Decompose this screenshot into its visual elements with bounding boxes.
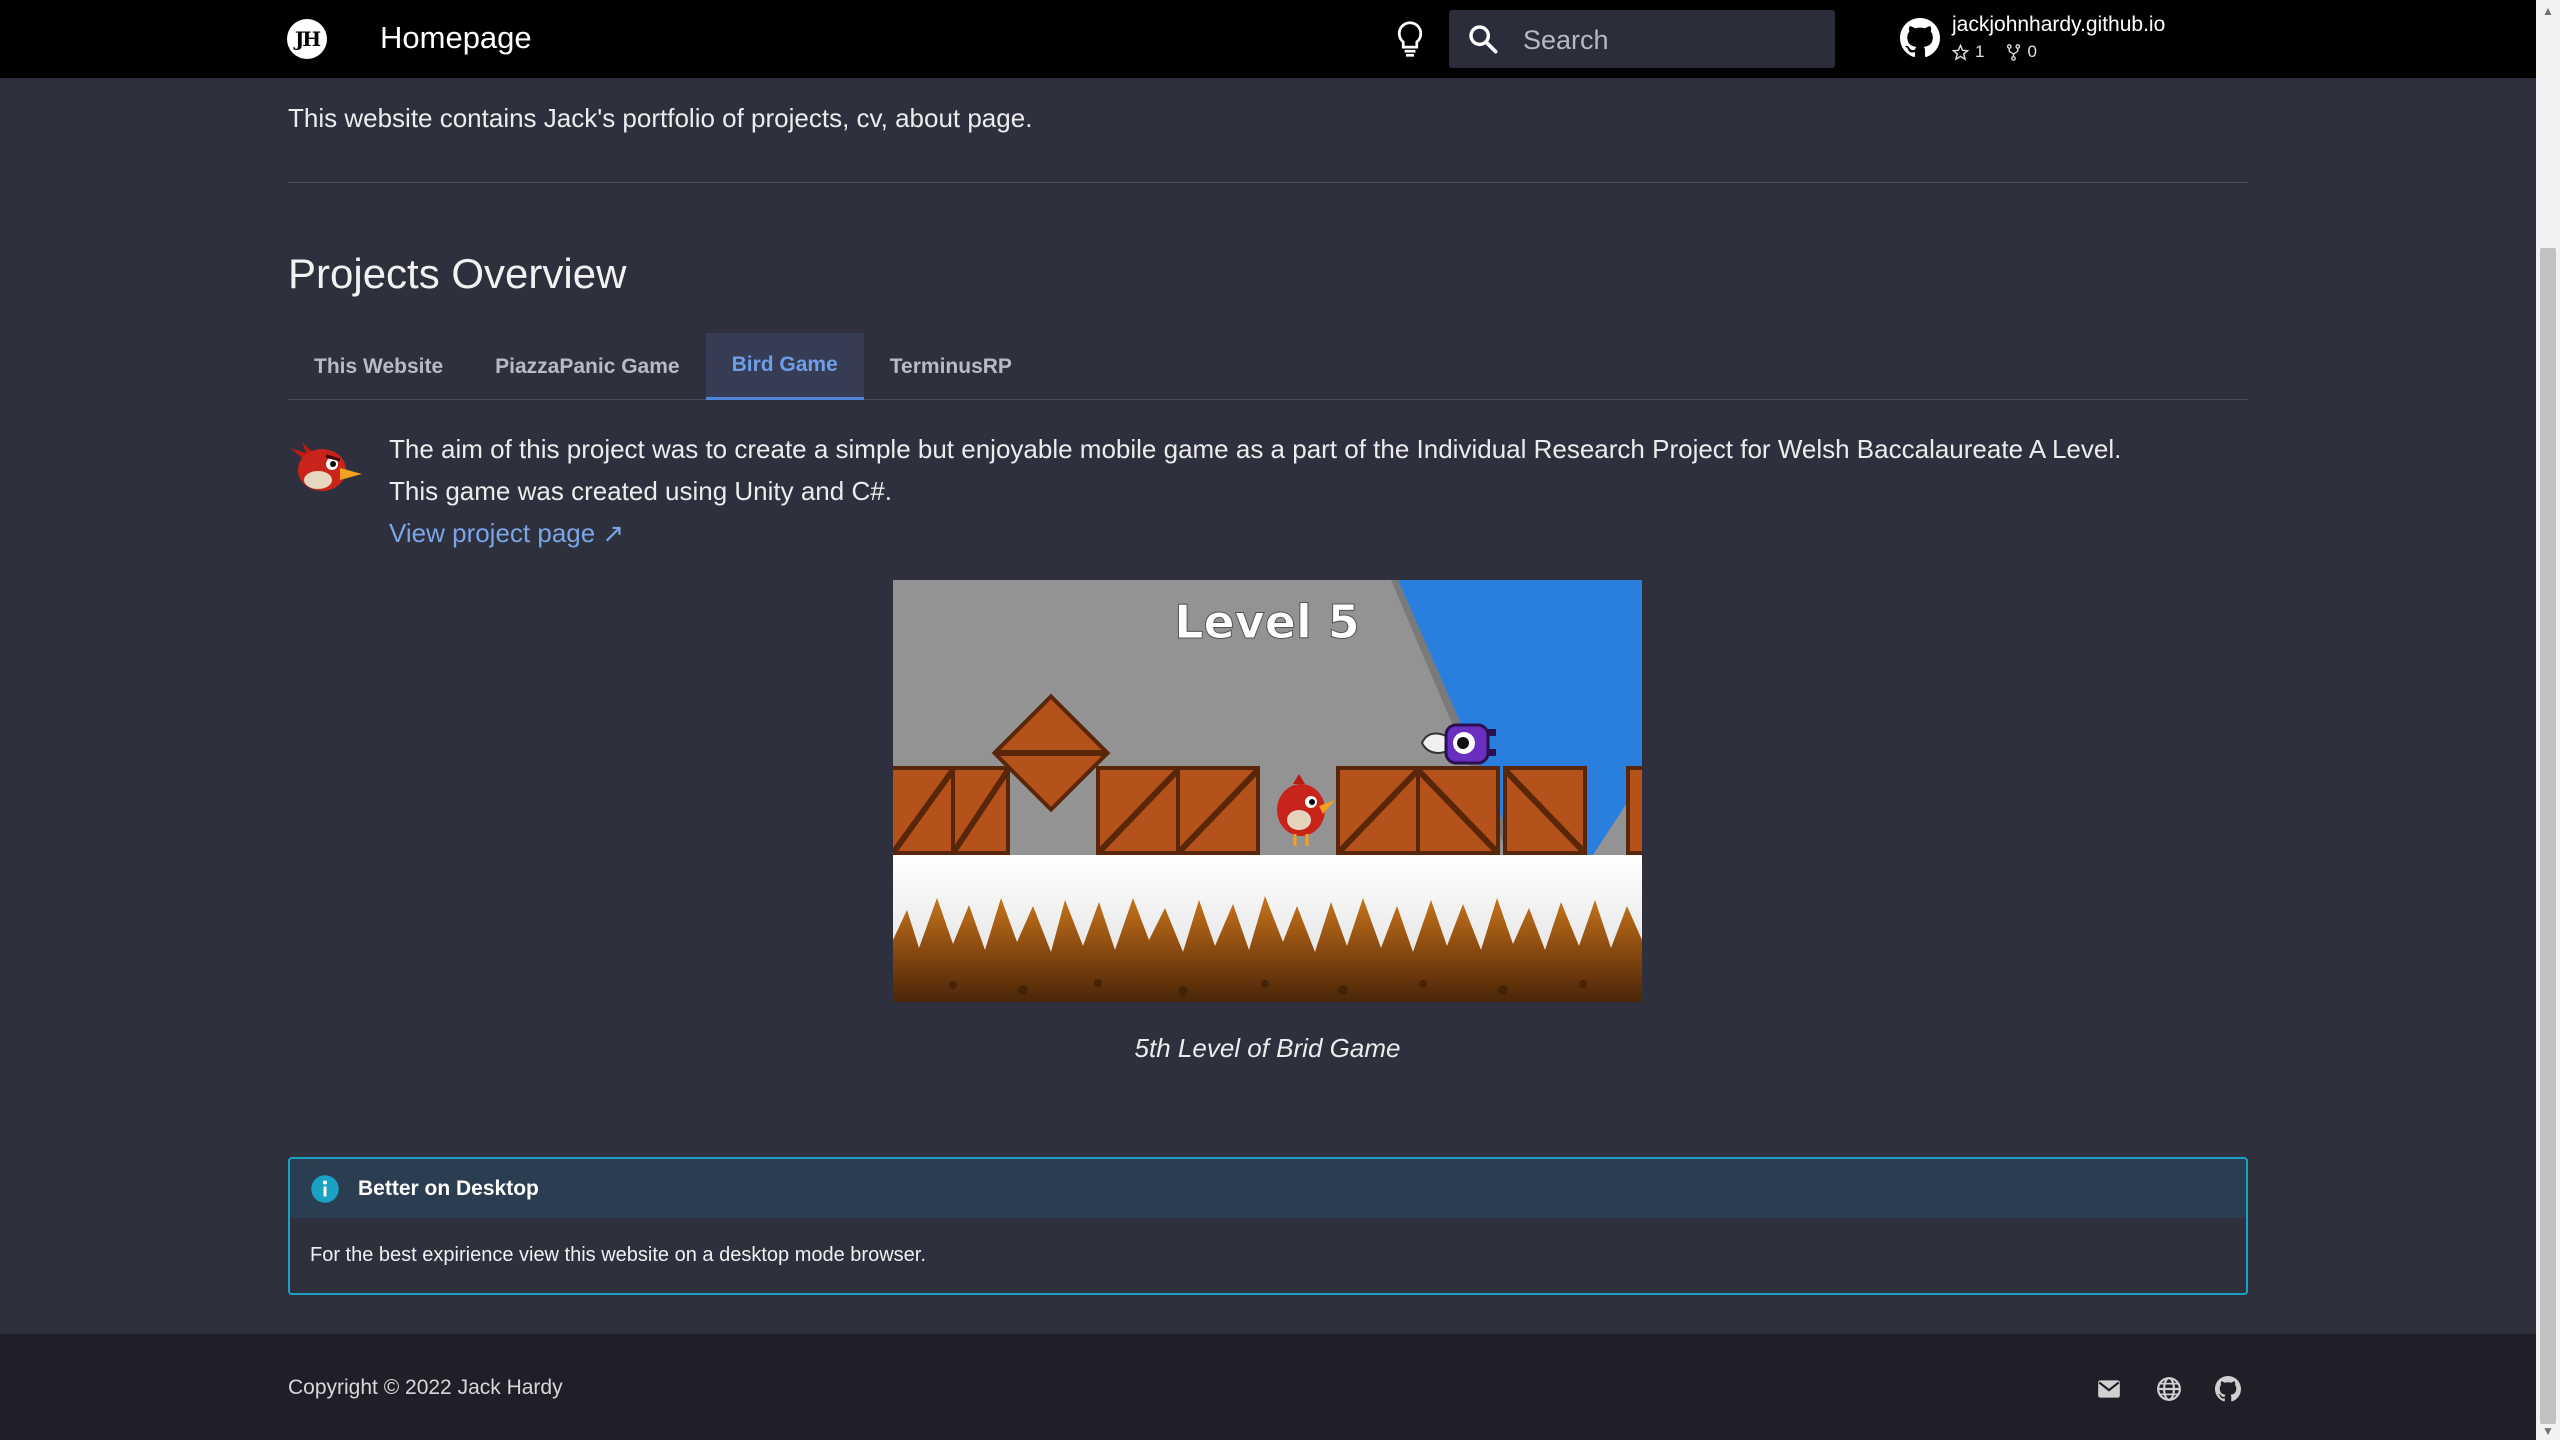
section-title: Projects Overview bbox=[288, 250, 627, 297]
vertical-scrollbar[interactable]: ▲ ▼ bbox=[2536, 0, 2560, 1440]
star-icon bbox=[1952, 43, 1969, 61]
red-bird-icon bbox=[290, 442, 362, 491]
horizontal-divider bbox=[288, 182, 2248, 183]
fork-icon bbox=[2007, 43, 2021, 61]
admonition-body: For the best expirience view this websit… bbox=[310, 1244, 926, 1266]
tab-this-website[interactable]: This Website bbox=[288, 333, 469, 400]
repository-stats[interactable]: 1 0 bbox=[1952, 42, 2037, 62]
github-icon[interactable] bbox=[1900, 18, 1940, 58]
description-line-2: This game was created using Unity and C#… bbox=[389, 476, 892, 506]
admonition-header: Better on Desktop bbox=[290, 1159, 2246, 1218]
intro-text: This website contains Jack's portfolio o… bbox=[288, 103, 1033, 133]
project-tabs: This Website PiazzaPanic Game Bird Game … bbox=[288, 333, 2248, 400]
top-navigation-bar: JH Homepage Search jackjohnhardy.github.… bbox=[0, 0, 2536, 78]
figure-caption: 5th Level of Brid Game bbox=[1134, 1033, 1401, 1063]
repository-name[interactable]: jackjohnhardy.github.io bbox=[1952, 13, 2165, 37]
view-project-link[interactable]: View project page ↗ bbox=[389, 512, 624, 554]
site-title[interactable]: Homepage bbox=[380, 20, 532, 56]
search-icon bbox=[1469, 25, 1498, 54]
site-logo[interactable]: JH bbox=[287, 19, 327, 59]
copyright-text: Copyright © 2022 Jack Hardy bbox=[288, 1376, 563, 1399]
scroll-up-arrow-icon[interactable]: ▲ bbox=[2542, 4, 2554, 18]
search-placeholder: Search bbox=[1523, 25, 1609, 55]
github-icon[interactable] bbox=[2215, 1376, 2241, 1402]
search-input[interactable]: Search bbox=[1449, 10, 1835, 68]
lightbulb-icon[interactable] bbox=[1393, 20, 1427, 58]
info-icon bbox=[311, 1174, 339, 1203]
globe-icon[interactable] bbox=[2156, 1376, 2182, 1402]
mail-icon[interactable] bbox=[2096, 1376, 2122, 1402]
tab-bird-game[interactable]: Bird Game bbox=[705, 333, 864, 400]
scroll-down-arrow-icon[interactable]: ▼ bbox=[2542, 1424, 2554, 1438]
star-count: 1 bbox=[1975, 42, 1985, 61]
page-footer: Copyright © 2022 Jack Hardy bbox=[0, 1334, 2536, 1440]
fork-count: 0 bbox=[2027, 42, 2037, 61]
project-description: The aim of this project was to create a … bbox=[389, 428, 2249, 554]
tab-terminusrp[interactable]: TerminusRP bbox=[864, 333, 1038, 400]
description-line-1: The aim of this project was to create a … bbox=[389, 434, 2122, 464]
admonition-title: Better on Desktop bbox=[358, 1176, 539, 1200]
game-screenshot: Level 5 bbox=[893, 580, 1642, 1002]
tab-piazzapanic-game[interactable]: PiazzaPanic Game bbox=[469, 333, 705, 400]
scrollbar-thumb[interactable] bbox=[2540, 248, 2556, 1424]
level-label: Level 5 bbox=[1174, 595, 1359, 649]
info-admonition: Better on Desktop For the best expirienc… bbox=[288, 1157, 2248, 1295]
